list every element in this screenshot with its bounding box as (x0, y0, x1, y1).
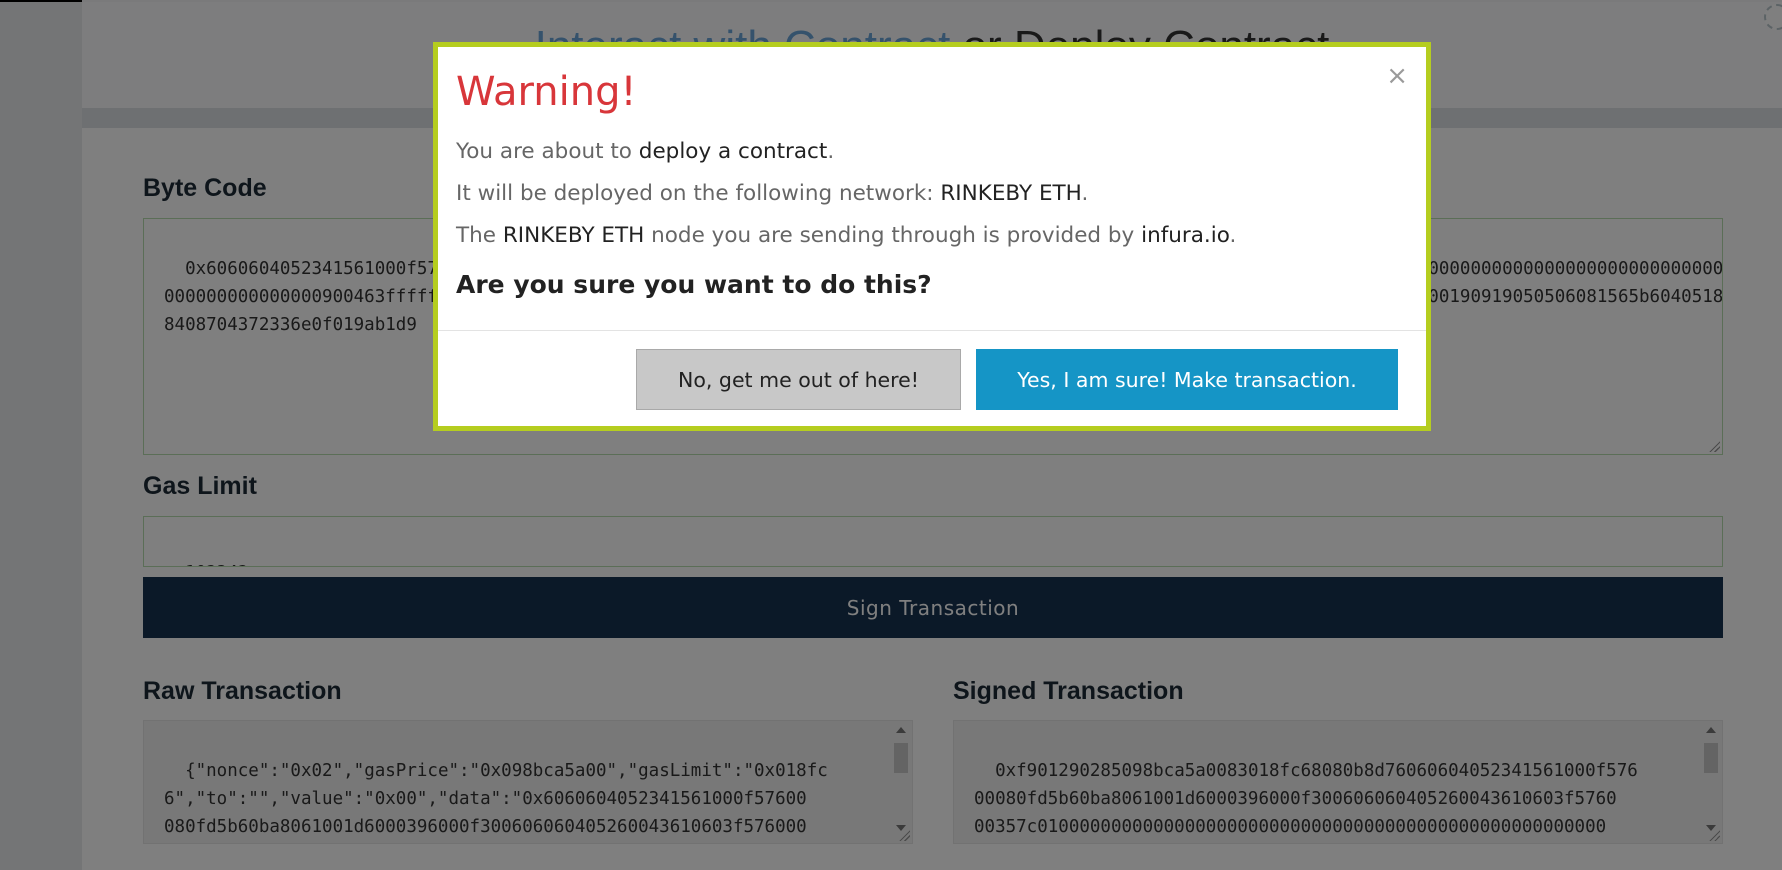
modal-line-action: You are about to deploy a contract. (456, 139, 834, 164)
cancel-button[interactable]: No, get me out of here! (636, 349, 961, 410)
network-highlight: RINKEBY ETH (502, 223, 645, 248)
close-icon[interactable]: × (1386, 61, 1408, 91)
text: The (456, 223, 503, 248)
modal-question: Are you sure you want to do this? (456, 270, 932, 299)
provider-highlight: infura.io (1141, 223, 1230, 248)
modal-title: Warning! (456, 69, 637, 115)
modal-line-node: The RINKEBY ETH node you are sending thr… (456, 223, 1236, 248)
network-highlight: RINKEBY ETH (940, 181, 1082, 206)
modal-divider (438, 330, 1426, 331)
confirm-transaction-button[interactable]: Yes, I am sure! Make transaction. (976, 349, 1398, 410)
text: . (1081, 181, 1089, 206)
text: . (1229, 223, 1237, 248)
text: You are about to (456, 139, 639, 164)
text: . (827, 139, 835, 164)
text: It will be deployed on the following net… (456, 181, 941, 206)
action-highlight: deploy a contract (638, 139, 828, 164)
text: node you are sending through is provided… (644, 223, 1142, 248)
modal-line-network: It will be deployed on the following net… (456, 181, 1088, 206)
warning-modal: × Warning! You are about to deploy a con… (433, 42, 1431, 431)
